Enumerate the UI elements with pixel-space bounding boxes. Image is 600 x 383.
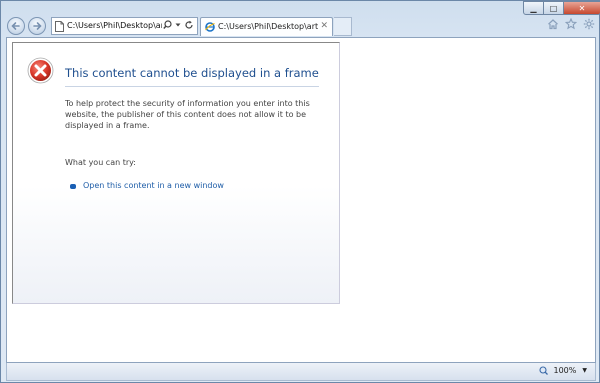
try-heading: What you can try: [65, 158, 136, 167]
bullet-icon [70, 184, 76, 189]
window-controls: ▁ □ ✕ [523, 1, 600, 15]
ie-logo-icon [205, 22, 215, 32]
address-input[interactable]: C:\Users\Phil\Desktop\art [67, 21, 162, 30]
arrow-left-icon [11, 22, 20, 30]
refresh-icon[interactable] [184, 20, 194, 30]
tab-close-icon[interactable]: ✕ [320, 21, 328, 31]
tab-title: C:\Users\Phil\Desktop\artic... [218, 22, 318, 31]
zoom-control[interactable]: 100% ▼ [538, 366, 587, 375]
home-icon[interactable] [547, 18, 559, 30]
maximize-button[interactable]: □ [544, 1, 564, 15]
zoom-icon [538, 366, 548, 375]
minimize-icon: ▁ [530, 3, 537, 13]
blocked-frame: This content cannot be displayed in a fr… [12, 42, 340, 304]
status-bar: 100% ▼ [6, 363, 596, 381]
command-icons [547, 18, 595, 30]
maximize-icon: □ [549, 3, 558, 13]
error-description: To help protect the security of informat… [65, 99, 310, 130]
zoom-dropdown-icon[interactable]: ▼ [582, 367, 587, 374]
open-in-new-window-link[interactable]: Open this content in a new window [83, 181, 224, 190]
error-x-icon [27, 57, 54, 84]
minimize-button[interactable]: ▁ [523, 1, 544, 15]
tab-active[interactable]: C:\Users\Phil\Desktop\artic... ✕ [200, 17, 333, 36]
address-tools [163, 20, 194, 30]
address-bar[interactable]: C:\Users\Phil\Desktop\art [51, 17, 198, 35]
zoom-level: 100% [553, 366, 577, 375]
page-content: This content cannot be displayed in a fr… [6, 37, 596, 363]
star-icon[interactable] [565, 18, 577, 30]
new-tab-button[interactable] [334, 17, 352, 36]
error-title: This content cannot be displayed in a fr… [65, 66, 319, 80]
back-button[interactable] [7, 17, 25, 35]
title-divider [65, 86, 319, 87]
gear-icon[interactable] [583, 18, 595, 30]
browser-window: ▁ □ ✕ C:\Users\Phil\Desktop\art C:\Users… [0, 0, 600, 383]
search-icon[interactable] [163, 20, 172, 30]
arrow-right-icon [33, 22, 42, 30]
navigation-bar: C:\Users\Phil\Desktop\art C:\Users\Phil\… [7, 16, 597, 36]
forward-button[interactable] [28, 17, 46, 35]
page-icon [55, 21, 64, 32]
dropdown-icon[interactable] [175, 22, 181, 28]
close-window-button[interactable]: ✕ [564, 1, 600, 15]
close-icon: ✕ [578, 3, 586, 13]
